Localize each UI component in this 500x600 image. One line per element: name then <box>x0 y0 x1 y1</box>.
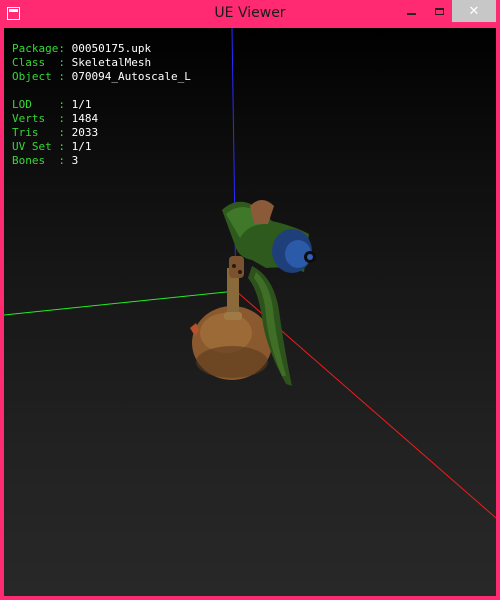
minimize-button[interactable] <box>400 0 422 22</box>
close-button[interactable]: ✕ <box>452 0 496 22</box>
info-row-tris: Tris : 2033 <box>12 126 191 140</box>
info-key: LOD : <box>12 98 65 111</box>
info-row-bones: Bones : 3 <box>12 154 191 168</box>
window-title: UE Viewer <box>214 5 286 21</box>
maximize-button[interactable] <box>428 0 450 22</box>
maximize-icon <box>434 7 444 15</box>
close-icon: ✕ <box>468 3 480 19</box>
minimize-icon <box>406 13 416 15</box>
mesh-model <box>190 200 316 386</box>
info-key: Object : <box>12 70 65 83</box>
info-value: 00050175.upk <box>71 42 152 55</box>
info-key: Bones : <box>12 154 65 167</box>
info-key: Class : <box>12 56 65 69</box>
info-value: 1/1 <box>71 140 92 153</box>
info-row-package: Package: 00050175.upk <box>12 42 191 56</box>
app-window: UE Viewer ✕ Package: 00050175.upk Class … <box>0 0 500 600</box>
info-panel: Package: 00050175.upk Class : SkeletalMe… <box>12 42 191 168</box>
info-value: 1/1 <box>71 98 92 111</box>
info-value: 2033 <box>71 126 99 139</box>
info-value: 070094_Autoscale_L <box>71 70 191 83</box>
info-row-uvset: UV Set : 1/1 <box>12 140 191 154</box>
info-key: Package: <box>12 42 65 55</box>
info-value: SkeletalMesh <box>71 56 152 69</box>
info-row-verts: Verts : 1484 <box>12 112 191 126</box>
info-group-asset: Package: 00050175.upk Class : SkeletalMe… <box>12 42 191 84</box>
info-row-class: Class : SkeletalMesh <box>12 56 191 70</box>
info-key: UV Set : <box>12 140 65 153</box>
3d-viewport[interactable]: Package: 00050175.upk Class : SkeletalMe… <box>4 28 496 596</box>
info-group-mesh: LOD : 1/1 Verts : 1484 Tris : 2033 UV Se… <box>12 98 191 168</box>
info-key: Tris : <box>12 126 65 139</box>
info-row-lod: LOD : 1/1 <box>12 98 191 112</box>
info-key: Verts : <box>12 112 65 125</box>
info-row-object: Object : 070094_Autoscale_L <box>12 70 191 84</box>
info-value: 1484 <box>71 112 99 125</box>
title-bar[interactable]: UE Viewer ✕ <box>0 0 500 28</box>
info-value: 3 <box>71 154 79 167</box>
axis-y-line <box>4 290 237 316</box>
axis-z-line <box>231 28 237 297</box>
